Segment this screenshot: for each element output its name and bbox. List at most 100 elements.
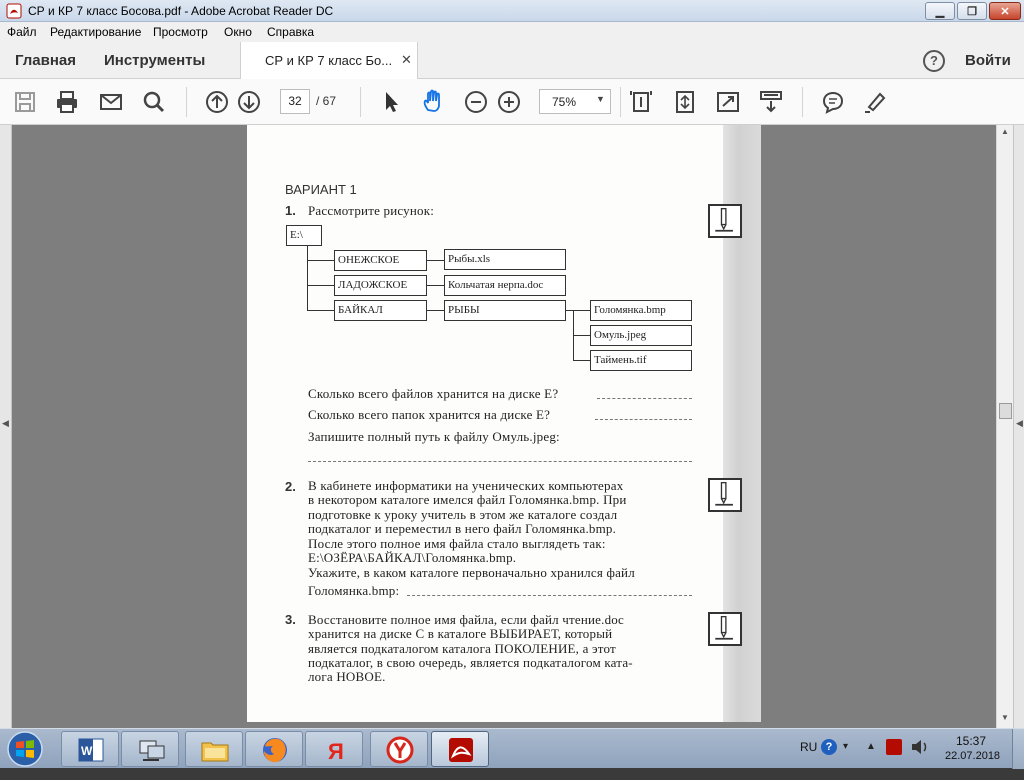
menu-bar: Файл Редактирование Просмотр Окно Справк… (0, 22, 1024, 42)
clock-time[interactable]: 15:37 (956, 734, 986, 748)
search-icon[interactable] (141, 89, 167, 115)
zoom-value: 75% (552, 95, 577, 109)
windows-logo-icon (7, 731, 43, 767)
question-1-line: Запишите полный путь к файлу Омуль.jpeg: (308, 429, 560, 444)
chevron-down-icon: ▼ (596, 94, 605, 104)
tree-subfolder: РЫБЫ (444, 300, 566, 321)
sign-in-link[interactable]: Войти (965, 52, 1011, 69)
question-2-line: Укажите, в каком каталоге первоначально … (308, 565, 635, 580)
acrobat-tray-icon[interactable] (886, 739, 902, 755)
menu-view[interactable]: Просмотр (153, 25, 208, 39)
acrobat-app-icon (6, 3, 22, 19)
volume-icon[interactable] (910, 738, 930, 756)
show-desktop-button[interactable] (1012, 729, 1024, 769)
right-panel-arrow-icon: ◀ (1016, 418, 1023, 428)
scrollbar-thumb[interactable] (999, 403, 1012, 419)
read-mode-icon[interactable] (758, 89, 784, 115)
print-icon[interactable] (54, 89, 80, 115)
pencil-task-icon (708, 204, 742, 238)
yandex-icon: Я (328, 739, 344, 764)
page-down-icon[interactable] (236, 89, 262, 115)
tree-folder: БАЙКАЛ (334, 300, 427, 321)
menu-edit[interactable]: Редактирование (50, 25, 141, 39)
highlight-icon[interactable] (862, 89, 888, 115)
tree-subfile: Таймень.tif (590, 350, 692, 371)
select-cursor-icon[interactable] (378, 89, 404, 115)
left-panel-arrow-icon: ◀ (2, 418, 9, 428)
hand-tool-icon[interactable] (420, 89, 446, 115)
taskbar-acrobat[interactable] (431, 731, 489, 767)
minimize-button[interactable]: ▁ (925, 2, 955, 20)
menu-file[interactable]: Файл (7, 25, 37, 39)
question-1-text: Рассмотрите рисунок: (308, 203, 435, 218)
clock-date[interactable]: 22.07.2018 (945, 750, 1000, 762)
window-title: СР и КР 7 класс Босова.pdf - Adobe Acrob… (28, 4, 334, 18)
taskbar-explorer[interactable] (185, 731, 243, 767)
scrolling-mode-icon[interactable] (672, 89, 698, 115)
scroll-down-icon[interactable]: ▼ (1001, 713, 1009, 722)
right-panel-toggle[interactable]: ◀ (1013, 125, 1024, 728)
language-help-icon[interactable]: ? (821, 739, 837, 755)
comment-icon[interactable] (820, 89, 846, 115)
maximize-button[interactable]: ❐ (957, 2, 987, 20)
variant-heading: ВАРИАНТ 1 (285, 182, 357, 197)
tray-options-icon[interactable]: ▾ (843, 741, 848, 752)
tree-file: Рыбы.xls (444, 249, 566, 270)
question-2-line: подкаталог и переместил в него файл Голо… (308, 521, 617, 536)
pencil-task-icon (708, 478, 742, 512)
question-1-line: Сколько всего файлов хранится на диске Е… (308, 386, 559, 401)
zoom-in-icon[interactable] (496, 89, 522, 115)
tree-folder: ЛАДОЖСКОЕ (334, 275, 427, 296)
network-icon (139, 740, 165, 761)
acrobat-reader-window: СР и КР 7 класс Босова.pdf - Adobe Acrob… (0, 0, 1024, 769)
question-3-line: лога НОВОЕ. (308, 669, 386, 684)
question-2-line: Е:\ОЗЁРА\БАЙКАЛ\Голомянка.bmp. (308, 550, 517, 565)
tab-document[interactable]: СР и КР 7 класс Бо... ✕ (240, 42, 418, 79)
tab-tools[interactable]: Инструменты (104, 52, 205, 69)
page-number-input[interactable]: 32 (280, 89, 310, 114)
tree-root: Е:\ (286, 225, 322, 246)
zoom-select[interactable]: 75% ▼ (539, 89, 611, 114)
menu-window[interactable]: Окно (224, 25, 252, 39)
language-indicator[interactable]: RU (800, 740, 817, 780)
question-2-line: Голомянка.bmp: (308, 583, 400, 598)
question-2-number: 2. (285, 479, 296, 494)
taskbar: W Я RU ? ▾ ▲ 15:37 22.07.2018 (0, 728, 1024, 769)
question-3-line: хранится на диске С в каталоге ВЫБИРАЕТ,… (308, 626, 613, 641)
explorer-icon (201, 742, 229, 762)
question-1-line: Сколько всего папок хранится на диске Е? (308, 407, 551, 422)
tree-file: Кольчатая нерпа.doc (444, 275, 566, 296)
menu-help[interactable]: Справка (267, 25, 314, 39)
save-icon[interactable] (12, 89, 38, 115)
taskbar-word[interactable]: W (61, 731, 119, 767)
left-panel-toggle[interactable]: ◀ (0, 125, 12, 728)
close-icon: ✕ (1000, 5, 1010, 18)
page-total: / 67 (316, 94, 337, 108)
word-icon: W (78, 738, 104, 762)
document-viewport[interactable]: ◀ ВАРИАНТ 1 1. Рассмотрите рисунок: Е:\ … (0, 125, 1024, 728)
tree-subfile: Омуль.jpeg (590, 325, 692, 346)
taskbar-yandex-browser[interactable] (370, 731, 428, 767)
taskbar-network[interactable] (121, 731, 179, 767)
start-button[interactable] (2, 730, 48, 768)
zoom-out-icon[interactable] (463, 89, 489, 115)
email-icon[interactable] (98, 89, 124, 115)
help-icon[interactable]: ? (923, 50, 945, 72)
maximize-icon: ❐ (967, 5, 977, 18)
taskbar-firefox[interactable] (245, 731, 303, 767)
pencil-task-icon (708, 612, 742, 646)
svg-text:Я: Я (328, 739, 344, 764)
pdf-page: ВАРИАНТ 1 1. Рассмотрите рисунок: Е:\ ОН… (247, 125, 761, 722)
fit-page-icon[interactable] (628, 89, 654, 115)
vertical-scrollbar[interactable]: ▲ ▼ (996, 125, 1013, 728)
full-screen-icon[interactable] (715, 89, 741, 115)
page-up-icon[interactable] (204, 89, 230, 115)
taskbar-yandex[interactable]: Я (305, 731, 363, 767)
close-tab-icon[interactable]: ✕ (401, 52, 412, 68)
scroll-up-icon[interactable]: ▲ (1001, 127, 1009, 136)
tab-home[interactable]: Главная (15, 52, 76, 69)
tray-expand-icon[interactable]: ▲ (866, 741, 876, 752)
close-window-button[interactable]: ✕ (989, 2, 1021, 20)
document-tab-label: СР и КР 7 класс Бо... (265, 53, 393, 68)
acrobat-icon (449, 738, 473, 762)
